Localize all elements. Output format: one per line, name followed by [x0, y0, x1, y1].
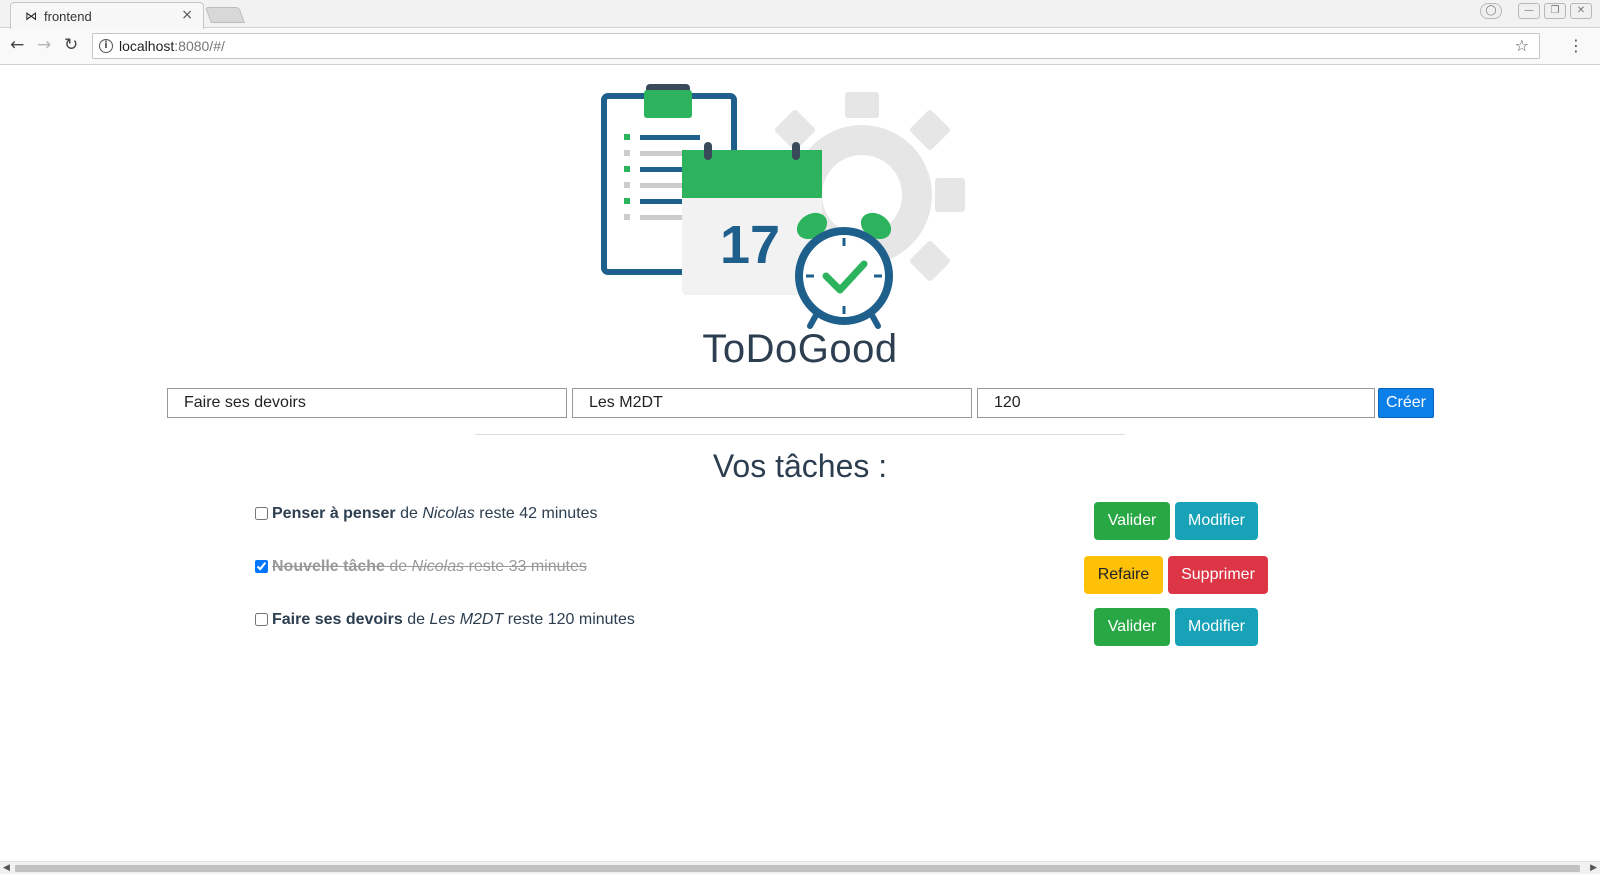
- todogood-logo: 17: [601, 84, 965, 329]
- create-button[interactable]: Créer: [1378, 388, 1434, 418]
- bookmark-star-icon[interactable]: ☆: [1515, 34, 1529, 58]
- task-de: de: [389, 558, 408, 575]
- divider: [475, 434, 1125, 435]
- bowtie-icon: ⋈: [25, 9, 37, 23]
- task-name: Faire ses devoirs: [272, 611, 403, 628]
- task-de: de: [400, 505, 418, 522]
- task-name: Penser à penser: [272, 505, 396, 522]
- validate-button[interactable]: Valider: [1094, 502, 1170, 540]
- forward-arrow-icon[interactable]: →: [37, 35, 51, 55]
- new-tab-button[interactable]: [205, 7, 245, 23]
- edit-button[interactable]: Modifier: [1175, 502, 1258, 540]
- url-host: localhost: [119, 38, 175, 54]
- address-bar: ← → ↻ i localhost:8080/#/ ☆ ⋮: [0, 29, 1600, 65]
- task-name: Nouvelle tâche: [272, 558, 385, 575]
- browser-tab-bar: ⋈ frontend × ◯ — ❐ ✕: [0, 0, 1600, 29]
- url-text: localhost:8080/#/: [119, 34, 225, 58]
- duration-input[interactable]: [977, 388, 1375, 418]
- tasks-heading: Vos tâches :: [712, 448, 888, 484]
- task-text: Faire ses devoirs de Les M2DT reste 120 …: [272, 611, 635, 629]
- validate-button[interactable]: Valider: [1094, 608, 1170, 646]
- task-name-input[interactable]: [167, 388, 567, 418]
- task-text: Penser à penser de Nicolas reste 42 minu…: [272, 505, 598, 523]
- task-de: de: [407, 611, 425, 628]
- task-remaining: reste 120 minutes: [507, 611, 635, 628]
- close-tab-icon[interactable]: ×: [181, 7, 193, 23]
- tab-title: frontend: [44, 9, 92, 24]
- edit-button[interactable]: Modifier: [1175, 608, 1258, 646]
- calendar-day-number: 17: [720, 215, 780, 275]
- scroll-left-icon[interactable]: ◀: [3, 862, 10, 875]
- task-owner: Nicolas: [411, 558, 465, 575]
- task-checkbox[interactable]: [255, 560, 268, 573]
- url-path: :8080/#/: [174, 38, 225, 54]
- browser-menu-icon[interactable]: ⋮: [1568, 36, 1584, 55]
- window-close-icon[interactable]: ✕: [1570, 3, 1592, 19]
- reload-icon[interactable]: ↻: [64, 35, 78, 55]
- horizontal-scrollbar[interactable]: ◀ ▶: [0, 861, 1600, 874]
- info-icon[interactable]: i: [99, 39, 113, 53]
- owner-input[interactable]: [572, 388, 972, 418]
- scrollbar-thumb[interactable]: [15, 865, 1580, 872]
- task-checkbox[interactable]: [255, 507, 268, 520]
- redo-button[interactable]: Refaire: [1084, 556, 1163, 594]
- restore-icon[interactable]: ❐: [1544, 3, 1566, 19]
- task-owner: Nicolas: [422, 505, 475, 522]
- task-remaining: reste 33 minutes: [468, 558, 587, 575]
- task-remaining: reste 42 minutes: [479, 505, 598, 522]
- window-controls: ◯ — ❐ ✕: [1480, 3, 1592, 19]
- back-arrow-icon[interactable]: ←: [10, 35, 24, 55]
- browser-tab[interactable]: ⋈ frontend ×: [10, 2, 204, 29]
- scroll-right-icon[interactable]: ▶: [1590, 862, 1597, 875]
- task-owner: Les M2DT: [429, 611, 504, 628]
- minimize-icon[interactable]: —: [1518, 3, 1540, 19]
- url-field[interactable]: i localhost:8080/#/ ☆: [92, 33, 1540, 59]
- task-checkbox[interactable]: [255, 613, 268, 626]
- profile-icon[interactable]: ◯: [1480, 3, 1502, 19]
- delete-button[interactable]: Supprimer: [1168, 556, 1268, 594]
- app-title: ToDoGood: [702, 327, 898, 371]
- task-text: Nouvelle tâche de Nicolas reste 33 minut…: [272, 558, 587, 576]
